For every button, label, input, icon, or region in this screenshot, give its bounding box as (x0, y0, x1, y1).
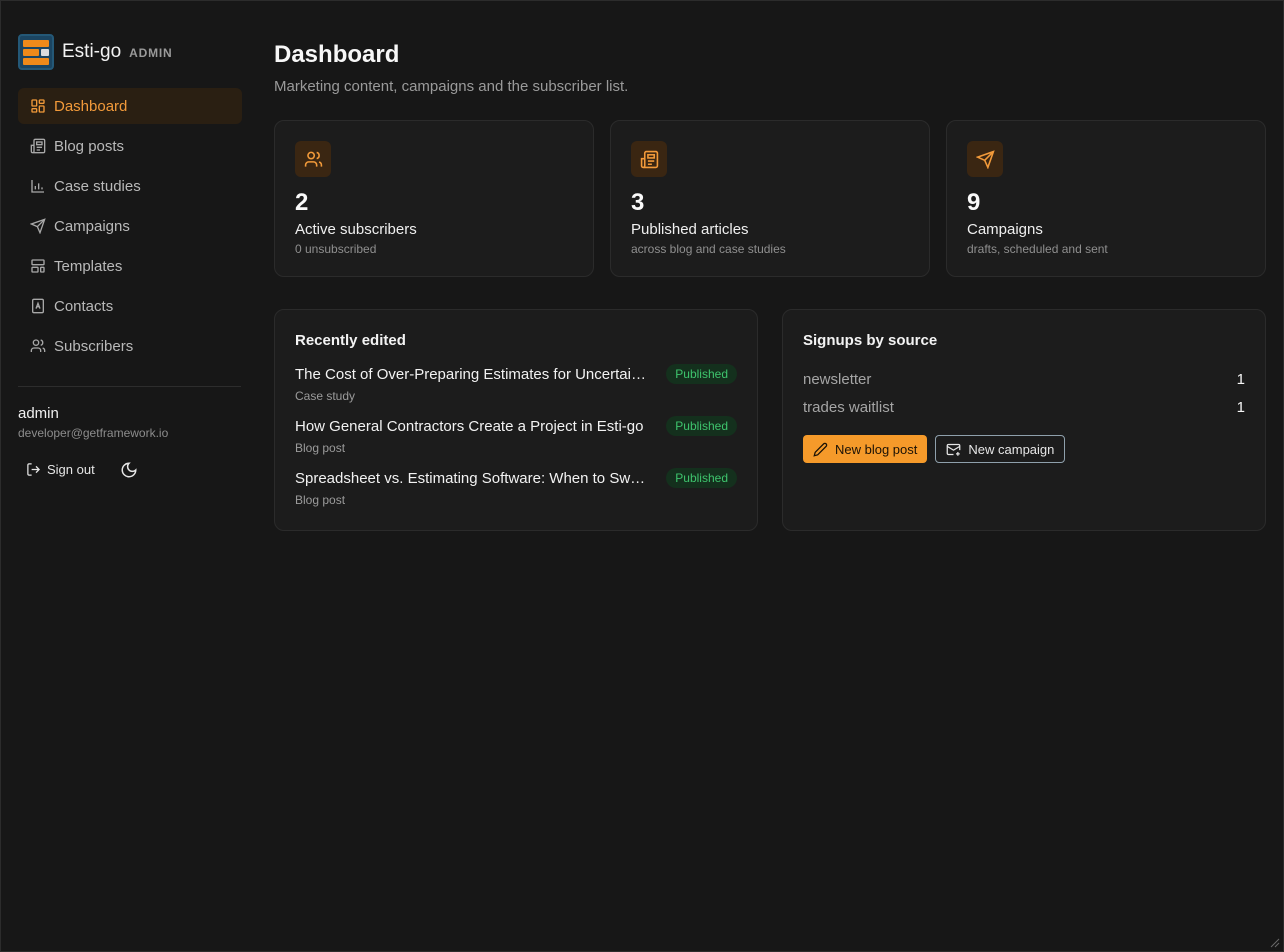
stat-label: Campaigns (967, 221, 1043, 238)
new-blog-post-button[interactable]: New blog post (803, 435, 928, 463)
stat-card-campaigns: 9 Campaigns drafts, scheduled and sent (946, 120, 1266, 277)
stat-value: 2 (295, 189, 309, 216)
sidebar-item-subscribers[interactable]: Subscribers (18, 328, 242, 364)
new-campaign-button[interactable]: New campaign (935, 435, 1066, 463)
recent-item-type: Blog post (295, 441, 346, 455)
stats-row: 2 Active subscribers 0 unsubscribed 3 Pu… (274, 120, 1266, 277)
brand-tag: ADMIN (129, 46, 173, 60)
brand[interactable]: Esti-go ADMIN (18, 34, 242, 70)
recently-edited-panel: Recently edited The Cost of Over-Prepari… (274, 309, 758, 531)
stat-value: 9 (967, 189, 981, 216)
stat-label: Published articles (631, 221, 749, 238)
users-icon (30, 338, 46, 354)
source-name: newsletter (803, 370, 872, 388)
sidebar-item-label: Blog posts (54, 137, 125, 155)
user-name: admin (18, 405, 59, 422)
stat-card-subscribers: 2 Active subscribers 0 unsubscribed (274, 120, 594, 277)
list-item[interactable]: How General Contractors Create a Project… (295, 415, 737, 467)
recent-item-title[interactable]: Spreadsheet vs. Estimating Software: Whe… (295, 470, 647, 487)
user-info: admin developer@getframework.io (18, 405, 242, 440)
newspaper-icon (631, 141, 667, 177)
sidebar-item-label: Campaigns (54, 217, 130, 235)
recent-item-type: Case study (295, 389, 356, 403)
source-name: trades waitlist (803, 398, 894, 416)
sign-out-icon (27, 463, 41, 476)
newspaper-icon (30, 138, 46, 154)
recent-item-title[interactable]: The Cost of Over-Preparing Estimates for… (295, 366, 647, 383)
sidebar-item-label: Case studies (54, 177, 141, 195)
sign-out-button[interactable]: Sign out (18, 458, 103, 481)
new-blog-post-label: New blog post (835, 441, 918, 457)
sidebar-item-label: Subscribers (54, 337, 134, 355)
new-campaign-label: New campaign (968, 441, 1055, 457)
sidebar-item-templates[interactable]: Templates (18, 248, 242, 284)
panel-title: Recently edited (295, 332, 406, 349)
stat-card-articles: 3 Published articles across blog and cas… (610, 120, 930, 277)
sidebar-divider (18, 386, 241, 387)
send-icon (967, 141, 1003, 177)
users-icon (295, 141, 331, 177)
brand-name: Esti-go (62, 41, 122, 62)
stat-value: 3 (631, 189, 645, 216)
status-badge: Published (666, 416, 737, 436)
stat-sub: 0 unsubscribed (295, 242, 377, 256)
brand-logo (18, 34, 54, 70)
list-item[interactable]: Spreadsheet vs. Estimating Software: Whe… (295, 467, 737, 519)
send-icon (30, 218, 46, 234)
dashboard-icon (30, 98, 46, 114)
panel-title: Signups by source (803, 332, 938, 349)
source-row: newsletter 1 (803, 365, 1245, 393)
stat-sub: across blog and case studies (631, 242, 786, 256)
mail-plus-icon (947, 443, 961, 456)
list-item[interactable]: The Cost of Over-Preparing Estimates for… (295, 363, 737, 415)
sidebar-nav: Dashboard Blog posts Case studies Campai… (18, 88, 242, 364)
panels-row: Recently edited The Cost of Over-Prepari… (274, 309, 1266, 531)
status-badge: Published (666, 364, 737, 384)
main-content: Dashboard Marketing content, campaigns a… (274, 41, 1266, 531)
moon-icon (121, 461, 137, 477)
source-list: newsletter 1 trades waitlist 1 (803, 365, 1245, 421)
stat-label: Active subscribers (295, 221, 417, 238)
sidebar: Esti-go ADMIN Dashboard Blog posts Case … (18, 34, 242, 481)
sidebar-item-label: Dashboard (54, 97, 128, 115)
sidebar-actions: Sign out (18, 458, 242, 481)
recent-item-type: Blog post (295, 493, 346, 507)
page-subtitle: Marketing content, campaigns and the sub… (274, 78, 629, 95)
recent-item-title[interactable]: How General Contractors Create a Project… (295, 418, 643, 435)
source-count: 1 (1236, 398, 1245, 416)
source-count: 1 (1236, 370, 1245, 388)
signups-panel: Signups by source newsletter 1 trades wa… (782, 309, 1266, 531)
user-email: developer@getframework.io (18, 426, 169, 440)
page-title: Dashboard (274, 41, 400, 68)
resize-grip-icon[interactable] (1268, 936, 1280, 948)
panel-actions: New blog post New campaign (803, 435, 1245, 463)
recent-list: The Cost of Over-Preparing Estimates for… (295, 363, 737, 519)
pencil-icon (813, 442, 828, 457)
sidebar-item-case-studies[interactable]: Case studies (18, 168, 242, 204)
sidebar-item-blog-posts[interactable]: Blog posts (18, 128, 242, 164)
sidebar-item-dashboard[interactable]: Dashboard (18, 88, 242, 124)
layout-icon (30, 258, 46, 274)
contact-book-icon (30, 298, 46, 314)
sidebar-item-label: Contacts (54, 297, 114, 315)
sign-out-label: Sign out (47, 462, 95, 477)
bar-chart-icon (30, 178, 46, 194)
sidebar-item-contacts[interactable]: Contacts (18, 288, 242, 324)
app-window: Esti-go ADMIN Dashboard Blog posts Case … (0, 0, 1284, 952)
theme-toggle-button[interactable] (119, 460, 139, 480)
status-badge: Published (666, 468, 737, 488)
sidebar-item-label: Templates (54, 257, 123, 275)
sidebar-item-campaigns[interactable]: Campaigns (18, 208, 242, 244)
stat-sub: drafts, scheduled and sent (967, 242, 1108, 256)
source-row: trades waitlist 1 (803, 393, 1245, 421)
